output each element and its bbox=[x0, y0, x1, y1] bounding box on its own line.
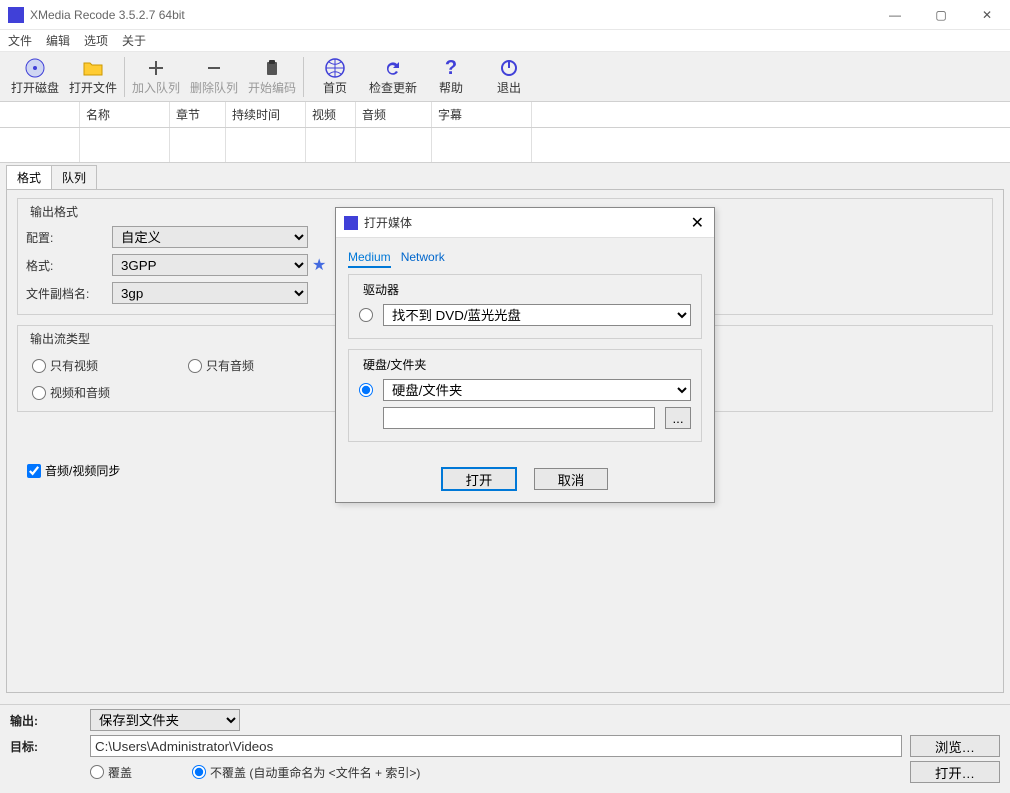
window-title: XMedia Recode 3.5.2.7 64bit bbox=[30, 8, 872, 22]
power-icon bbox=[498, 57, 520, 79]
file-table-header: 名称 章节 持续时间 视频 音频 字幕 bbox=[0, 102, 1010, 128]
open-button[interactable]: 打开… bbox=[910, 761, 1000, 783]
format-label: 格式: bbox=[26, 257, 112, 274]
tab-format[interactable]: 格式 bbox=[6, 165, 52, 189]
menubar: 文件 编辑 选项 关于 bbox=[0, 30, 1010, 52]
folder-browse-button[interactable]: ... bbox=[665, 407, 691, 429]
radio-video-only[interactable]: 只有视频 bbox=[32, 357, 98, 374]
open-disc-button[interactable]: 打开磁盘 bbox=[6, 54, 64, 100]
dialog-cancel-button[interactable]: 取消 bbox=[534, 468, 608, 490]
disc-icon bbox=[24, 57, 46, 79]
dialog-footer: 打开 取消 bbox=[336, 462, 714, 502]
menu-edit[interactable]: 编辑 bbox=[46, 32, 70, 49]
close-button[interactable]: ✕ bbox=[964, 0, 1010, 30]
dialog-open-button[interactable]: 打开 bbox=[442, 468, 516, 490]
folder-select[interactable]: 硬盘/文件夹 bbox=[383, 379, 691, 401]
drive-group: 驱动器 找不到 DVD/蓝光光盘 bbox=[348, 274, 702, 339]
home-button[interactable]: 首页 bbox=[306, 54, 364, 100]
dialog-close-button[interactable]: ✕ bbox=[691, 213, 704, 233]
output-label: 输出: bbox=[10, 712, 90, 729]
file-table-body bbox=[0, 128, 1010, 163]
col-audio[interactable]: 音频 bbox=[356, 102, 432, 127]
dialog-tab-network[interactable]: Network bbox=[401, 248, 445, 268]
col-name[interactable]: 名称 bbox=[80, 102, 170, 127]
dialog-tabs: Medium Network bbox=[348, 248, 702, 268]
plus-icon bbox=[145, 57, 167, 79]
col-duration[interactable]: 持续时间 bbox=[226, 102, 306, 127]
target-path-input[interactable] bbox=[90, 735, 902, 757]
main-tabstrip: 格式 队列 bbox=[0, 165, 1010, 189]
titlebar: XMedia Recode 3.5.2.7 64bit — ▢ ✕ bbox=[0, 0, 1010, 30]
remove-queue-button[interactable]: 删除队列 bbox=[185, 54, 243, 100]
drive-legend: 驱动器 bbox=[359, 281, 403, 298]
help-button[interactable]: ? 帮助 bbox=[422, 54, 480, 100]
target-label: 目标: bbox=[10, 738, 90, 755]
radio-audio-only[interactable]: 只有音频 bbox=[188, 357, 254, 374]
minimize-button[interactable]: — bbox=[872, 0, 918, 30]
config-label: 配置: bbox=[26, 229, 112, 246]
radio-folder[interactable] bbox=[359, 383, 373, 397]
radio-drive[interactable] bbox=[359, 308, 373, 322]
dialog-title: 打开媒体 bbox=[364, 214, 691, 231]
col-blank[interactable] bbox=[0, 102, 80, 127]
tab-queue[interactable]: 队列 bbox=[51, 165, 97, 189]
col-video[interactable]: 视频 bbox=[306, 102, 356, 127]
open-file-button[interactable]: 打开文件 bbox=[64, 54, 122, 100]
globe-icon bbox=[324, 57, 346, 79]
question-icon: ? bbox=[440, 57, 462, 79]
col-subtitle[interactable]: 字幕 bbox=[432, 102, 532, 127]
toolbar: 打开磁盘 打开文件 加入队列 删除队列 开始编码 首页 检查更新 ? 帮助 退出 bbox=[0, 52, 1010, 102]
folder-icon bbox=[82, 57, 104, 79]
radio-video-audio[interactable]: 视频和音频 bbox=[32, 384, 110, 401]
app-icon bbox=[8, 7, 24, 23]
toolbar-separator bbox=[124, 57, 125, 97]
maximize-button[interactable]: ▢ bbox=[918, 0, 964, 30]
ext-label: 文件副档名: bbox=[26, 285, 112, 302]
ext-select[interactable]: 3gp bbox=[112, 282, 308, 304]
clipboard-icon bbox=[261, 57, 283, 79]
config-select[interactable]: 自定义 bbox=[112, 226, 308, 248]
browse-button[interactable]: 浏览… bbox=[910, 735, 1000, 757]
folder-path-input[interactable] bbox=[383, 407, 655, 429]
bottom-bar: 输出: 保存到文件夹 目标: 浏览… 覆盖 不覆盖 (自动重命名为 <文件名 +… bbox=[0, 704, 1010, 793]
window-controls: — ▢ ✕ bbox=[872, 0, 1010, 30]
menu-file[interactable]: 文件 bbox=[8, 32, 32, 49]
star-icon[interactable]: ★ bbox=[312, 255, 326, 275]
menu-options[interactable]: 选项 bbox=[84, 32, 108, 49]
col-chapter[interactable]: 章节 bbox=[170, 102, 226, 127]
dialog-body: Medium Network 驱动器 找不到 DVD/蓝光光盘 硬盘/文件夹 硬… bbox=[336, 238, 714, 462]
folder-group: 硬盘/文件夹 硬盘/文件夹 ... bbox=[348, 349, 702, 442]
minus-icon bbox=[203, 57, 225, 79]
folder-legend: 硬盘/文件夹 bbox=[359, 356, 430, 373]
stream-type-legend: 输出流类型 bbox=[26, 330, 94, 347]
menu-about[interactable]: 关于 bbox=[122, 32, 146, 49]
add-queue-button[interactable]: 加入队列 bbox=[127, 54, 185, 100]
format-select[interactable]: 3GPP bbox=[112, 254, 308, 276]
start-encode-button[interactable]: 开始编码 bbox=[243, 54, 301, 100]
check-update-button[interactable]: 检查更新 bbox=[364, 54, 422, 100]
radio-overwrite[interactable]: 覆盖 bbox=[90, 764, 132, 781]
refresh-icon bbox=[382, 57, 404, 79]
output-select[interactable]: 保存到文件夹 bbox=[90, 709, 240, 731]
dialog-app-icon bbox=[344, 216, 358, 230]
drive-select[interactable]: 找不到 DVD/蓝光光盘 bbox=[383, 304, 691, 326]
exit-button[interactable]: 退出 bbox=[480, 54, 538, 100]
radio-no-overwrite[interactable]: 不覆盖 (自动重命名为 <文件名 + 索引>) bbox=[192, 764, 910, 781]
dialog-tab-medium[interactable]: Medium bbox=[348, 248, 391, 268]
open-media-dialog: 打开媒体 ✕ Medium Network 驱动器 找不到 DVD/蓝光光盘 硬… bbox=[335, 207, 715, 503]
dialog-titlebar: 打开媒体 ✕ bbox=[336, 208, 714, 238]
output-format-legend: 输出格式 bbox=[26, 203, 82, 220]
toolbar-separator bbox=[303, 57, 304, 97]
